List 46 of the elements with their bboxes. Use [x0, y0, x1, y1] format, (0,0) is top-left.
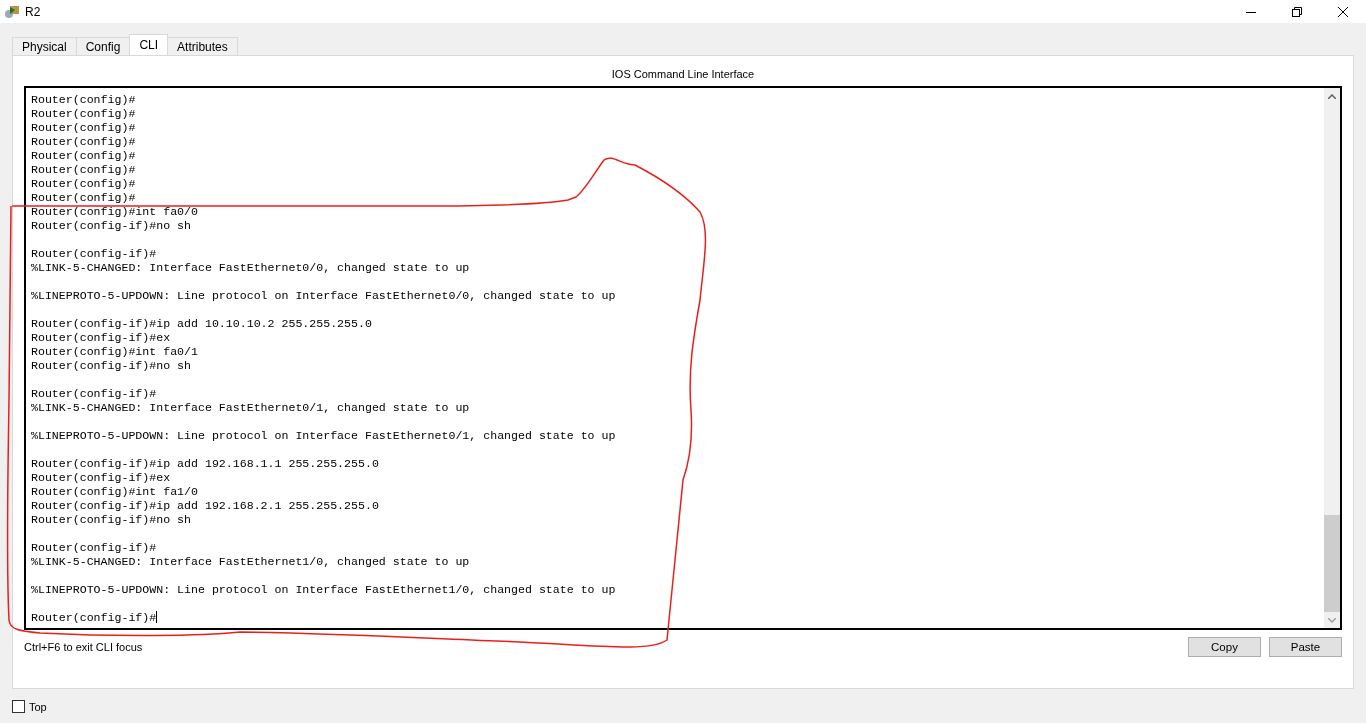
- action-button[interactable]: Paste: [1269, 637, 1342, 657]
- terminal-line: Router(config)#int fa0/0: [31, 205, 199, 219]
- terminal-line: %LINK-5-CHANGED: Interface FastEthernet0/0, changed state to up: [31, 261, 471, 275]
- tab[interactable]: CLI: [129, 34, 169, 55]
- terminal-line: Router(config)#: [31, 191, 137, 205]
- terminal-line: Router(config-if)#ip add 192.168.1.1 255.255.255.0: [31, 457, 380, 471]
- checkbox[interactable]: [12, 700, 25, 713]
- terminal-line: Router(config-if)#: [31, 541, 158, 555]
- terminal-line: Router(config-if)#no sh: [31, 219, 193, 233]
- terminal-line: %LINEPROTO-5-UPDOWN: Line protocol on Interface FastEthernet0/1, changed state to up: [31, 429, 617, 443]
- terminal-line: Router(config)#: [31, 177, 137, 191]
- terminal-line: Router(config)#: [31, 135, 137, 149]
- terminal-line: Router(config)#: [31, 107, 137, 121]
- terminal-line: Router(config)#: [31, 163, 137, 177]
- terminal-line: Router(config-if)#no sh: [31, 359, 193, 373]
- terminal-line: %LINK-5-CHANGED: Interface FastEthernet0/1, changed state to up: [31, 401, 471, 415]
- terminal-line: Router(config-if)#ex: [31, 331, 172, 345]
- terminal-line: Router(config-if)#: [31, 611, 159, 625]
- restore-icon[interactable]: [1292, 6, 1302, 17]
- tab[interactable]: Attributes: [167, 37, 238, 55]
- scrollbar[interactable]: [1324, 88, 1340, 628]
- terminal-line: Router(config)#: [31, 121, 137, 135]
- terminal-line: %LINEPROTO-5-UPDOWN: Line protocol on Interface FastEthernet0/0, changed state to up: [31, 289, 617, 303]
- terminal-line: Router(config-if)#: [31, 387, 158, 401]
- terminal-line: Router(config)#: [31, 93, 137, 107]
- tab[interactable]: Config: [75, 37, 131, 55]
- scroll-thumb[interactable]: [1324, 515, 1340, 612]
- terminal[interactable]: [24, 86, 1342, 630]
- terminal-line: Router(config-if)#ex: [31, 471, 172, 485]
- window-title: R2: [25, 4, 41, 19]
- terminal-line: Router(config-if)#ip add 192.168.2.1 255.255.255.0: [31, 499, 380, 513]
- terminal-line: Router(config)#int fa0/1: [31, 345, 199, 359]
- action-button[interactable]: Copy: [1188, 637, 1261, 657]
- terminal-line: Router(config)#: [31, 149, 137, 163]
- checkbox-label: Top: [29, 700, 47, 713]
- close-icon[interactable]: [1338, 6, 1348, 17]
- terminal-line: Router(config-if)#ip add 10.10.10.2 255.255.255.0: [31, 317, 373, 331]
- tab[interactable]: Physical: [12, 37, 77, 55]
- terminal-line: %LINEPROTO-5-UPDOWN: Line protocol on Interface FastEthernet1/0, changed state to up: [31, 583, 617, 597]
- terminal-line: %LINK-5-CHANGED: Interface FastEthernet1/0, changed state to up: [31, 555, 471, 569]
- terminal-line: Router(config-if)#: [31, 247, 158, 261]
- panel-title: IOS Command Line Interface: [610, 68, 756, 80]
- terminal-line: Router(config-if)#no sh: [31, 513, 193, 527]
- router-app-icon: [4, 3, 20, 20]
- focus-hint: Ctrl+F6 to exit CLI focus: [24, 641, 143, 653]
- terminal-line: Router(config)#int fa1/0: [31, 485, 199, 499]
